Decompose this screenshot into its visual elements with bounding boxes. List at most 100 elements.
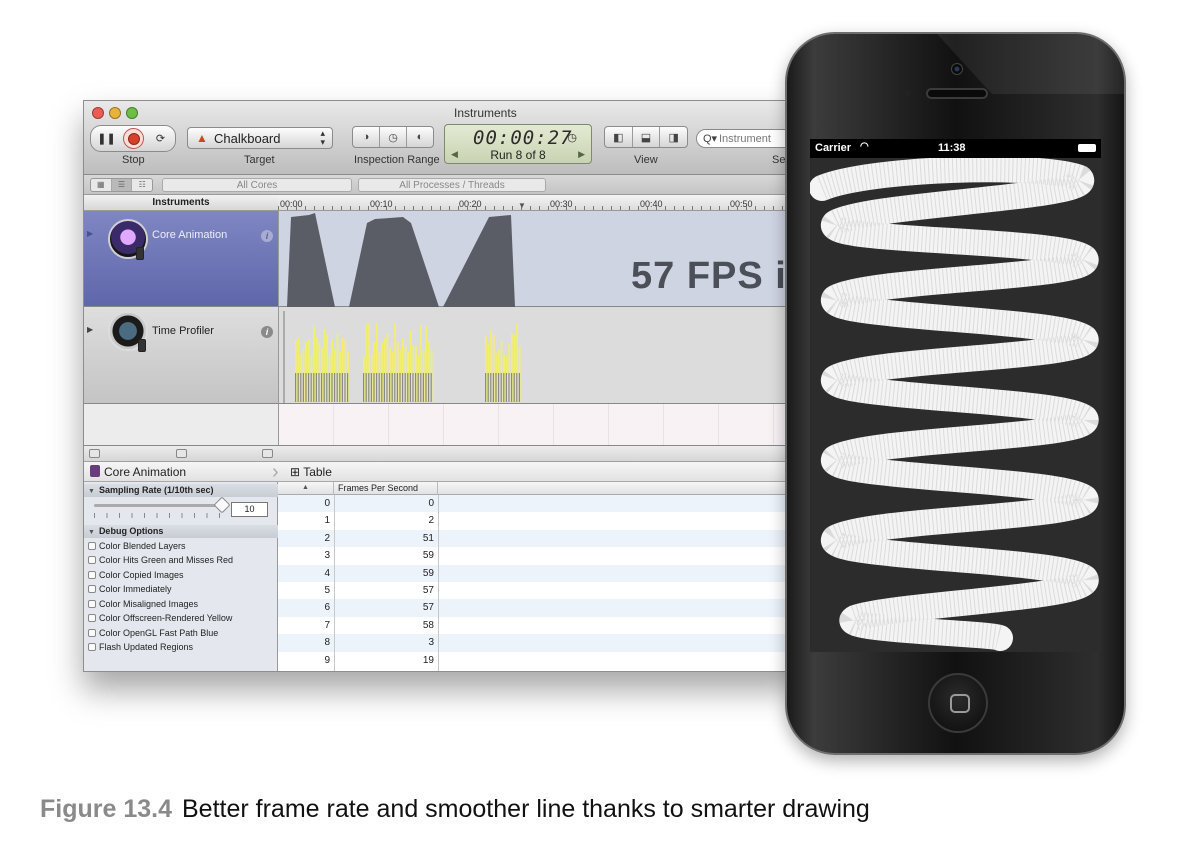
cpu-system-bar <box>339 373 341 402</box>
core-animation-plot[interactable]: 57 FPS i <box>278 211 803 307</box>
checkbox[interactable] <box>88 542 96 550</box>
table-row[interactable]: 12 <box>278 512 803 529</box>
debug-options-header[interactable]: ▼ Debug Options <box>84 525 278 538</box>
splitter-handle-icon[interactable] <box>176 449 187 458</box>
sampling-rate-input[interactable]: 10 <box>231 502 268 517</box>
range-clear-button[interactable]: ◷ <box>380 127 407 147</box>
collapse-left-icon[interactable] <box>89 449 100 458</box>
row-index: 6 <box>324 602 330 614</box>
cpu-system-bar <box>328 373 330 402</box>
playhead-icon[interactable]: ▼ <box>518 201 526 210</box>
view-left-pane-button[interactable]: ◧ <box>605 127 633 147</box>
info-icon[interactable]: i <box>261 326 273 338</box>
close-window-button[interactable] <box>92 107 104 119</box>
disclosure-icon[interactable]: ▶ <box>87 325 93 334</box>
breadcrumb-view[interactable]: ⊞ Table <box>290 465 332 479</box>
checkbox[interactable] <box>88 571 96 579</box>
home-button[interactable] <box>928 673 988 733</box>
view-right-pane-button[interactable]: ◨ <box>660 127 687 147</box>
chevron-updown-icon: ▴ ▾ <box>320 128 325 147</box>
cpu-system-bar <box>415 373 417 402</box>
cpu-system-bar <box>383 373 385 402</box>
drawing-canvas[interactable] <box>810 158 1101 652</box>
instruments-window: Instruments ❚❚ ⟳ Stop ▲ Chalkboard ▴ ▾ Ta… <box>83 100 803 672</box>
table-row[interactable]: 00 <box>278 495 803 513</box>
checkbox[interactable] <box>88 600 96 608</box>
loop-button[interactable]: ⟳ <box>150 128 171 149</box>
wifi-icon: ◠ <box>860 141 869 152</box>
device-icon <box>136 247 144 260</box>
process-select[interactable]: All Processes / Threads <box>358 178 546 192</box>
timeline-ruler[interactable]: 00:00 00:10 00:20 00:30 00:40 00:50 ▼ <box>278 195 803 211</box>
minimize-window-button[interactable] <box>109 107 121 119</box>
row-fps: 0 <box>428 498 434 509</box>
pause-button[interactable]: ❚❚ <box>96 128 117 149</box>
view-bottom-pane-button[interactable]: ⬓ <box>633 127 661 147</box>
fps-column-header[interactable]: Frames Per Second <box>335 482 438 495</box>
info-icon[interactable]: i <box>261 230 273 242</box>
table-row[interactable]: 2 51 <box>278 529 803 548</box>
checkbox[interactable] <box>88 629 96 637</box>
view-label: View <box>634 154 658 166</box>
row-index: 5 <box>324 585 330 596</box>
table-row[interactable]: 6 57 <box>278 599 803 617</box>
debug-option[interactable]: Flash Updated Regions <box>88 642 193 652</box>
phone-screen[interactable]: Carrier ◠ 11:38 <box>810 139 1101 652</box>
cpu-system-bar <box>295 373 297 402</box>
record-controls: ❚❚ ⟳ <box>90 125 176 152</box>
range-end-button[interactable]: ◐ <box>407 127 433 147</box>
fps-table: ▲ Frames Per Second 0 0 1 2 2 51 3 59 4 59 5 57 6 57 7… <box>278 482 803 671</box>
sampling-rate-header[interactable]: ▼ Sampling Rate (1/10th sec) <box>84 484 278 497</box>
track-name: Time Profiler <box>152 325 214 337</box>
cpu-system-bar <box>308 373 310 402</box>
next-run-button[interactable]: ▶ <box>578 149 585 160</box>
table-row[interactable]: 4 59 <box>278 564 803 582</box>
table-row[interactable]: 7 58 <box>278 617 803 634</box>
range-start-button[interactable]: ◑ <box>353 127 380 147</box>
debug-option[interactable]: Color Blended Layers <box>88 541 186 551</box>
track-time-profiler[interactable]: ▶ Time Profiler i <box>84 307 278 404</box>
sort-column-header[interactable]: ▲ <box>278 482 334 495</box>
time-profiler-plot[interactable] <box>278 307 803 404</box>
split-bar[interactable] <box>84 446 803 462</box>
debug-option[interactable]: Color Copied Images <box>88 570 184 580</box>
debug-option[interactable]: Color Misaligned Images <box>88 599 198 609</box>
slider-knob[interactable] <box>213 496 231 514</box>
cpu-system-bar <box>407 373 409 402</box>
debug-option-label: Color Copied Images <box>99 570 184 580</box>
table-row[interactable]: 3 59 <box>278 547 803 564</box>
zoom-window-button[interactable] <box>126 107 138 119</box>
target-select[interactable]: ▲ Chalkboard ▴ ▾ <box>187 127 333 149</box>
track-core-animation[interactable]: ▶ Core Animation i <box>84 211 278 307</box>
checkbox[interactable] <box>88 556 96 564</box>
collapse-right-icon[interactable] <box>262 449 273 458</box>
process-value: All Processes / Threads <box>399 180 505 191</box>
breadcrumb-instrument[interactable]: Core Animation <box>90 465 186 479</box>
checkbox[interactable] <box>88 614 96 622</box>
mode-outline-button[interactable]: ☷ <box>132 179 152 191</box>
row-index: 1 <box>324 515 330 527</box>
cpu-system-bar <box>331 373 333 402</box>
debug-option[interactable]: Color Immediately <box>88 584 172 594</box>
table-row[interactable]: 83 <box>278 634 803 652</box>
cpu-system-bar <box>412 373 414 402</box>
table-row[interactable]: 9 19 <box>278 652 803 669</box>
mode-list-button[interactable]: ☰ <box>111 179 133 191</box>
cores-select[interactable]: All Cores <box>162 178 352 192</box>
breadcrumb: Core Animation › ⊞ Table <box>84 461 803 483</box>
debug-option[interactable]: Color OpenGL Fast Path Blue <box>88 628 218 638</box>
checkbox[interactable] <box>88 643 96 651</box>
disclosure-icon[interactable]: ▶ <box>87 229 93 238</box>
cpu-system-bar <box>365 373 367 402</box>
cores-value: All Cores <box>236 180 278 191</box>
sampling-rate-slider[interactable] <box>94 496 231 514</box>
debug-option[interactable]: Color Offscreen-Rendered Yellow <box>88 613 232 623</box>
caption-text: Better frame rate and smoother line than… <box>182 795 870 823</box>
cpu-system-bar <box>334 373 336 402</box>
breadcrumb-instrument-label: Core Animation <box>104 465 187 479</box>
debug-option[interactable]: Color Hits Green and Misses Red <box>88 555 233 565</box>
record-button[interactable] <box>123 128 144 149</box>
table-row[interactable]: 5 57 <box>278 582 803 599</box>
mode-icon-button[interactable]: ▦ <box>91 179 112 191</box>
checkbox[interactable] <box>88 585 96 593</box>
